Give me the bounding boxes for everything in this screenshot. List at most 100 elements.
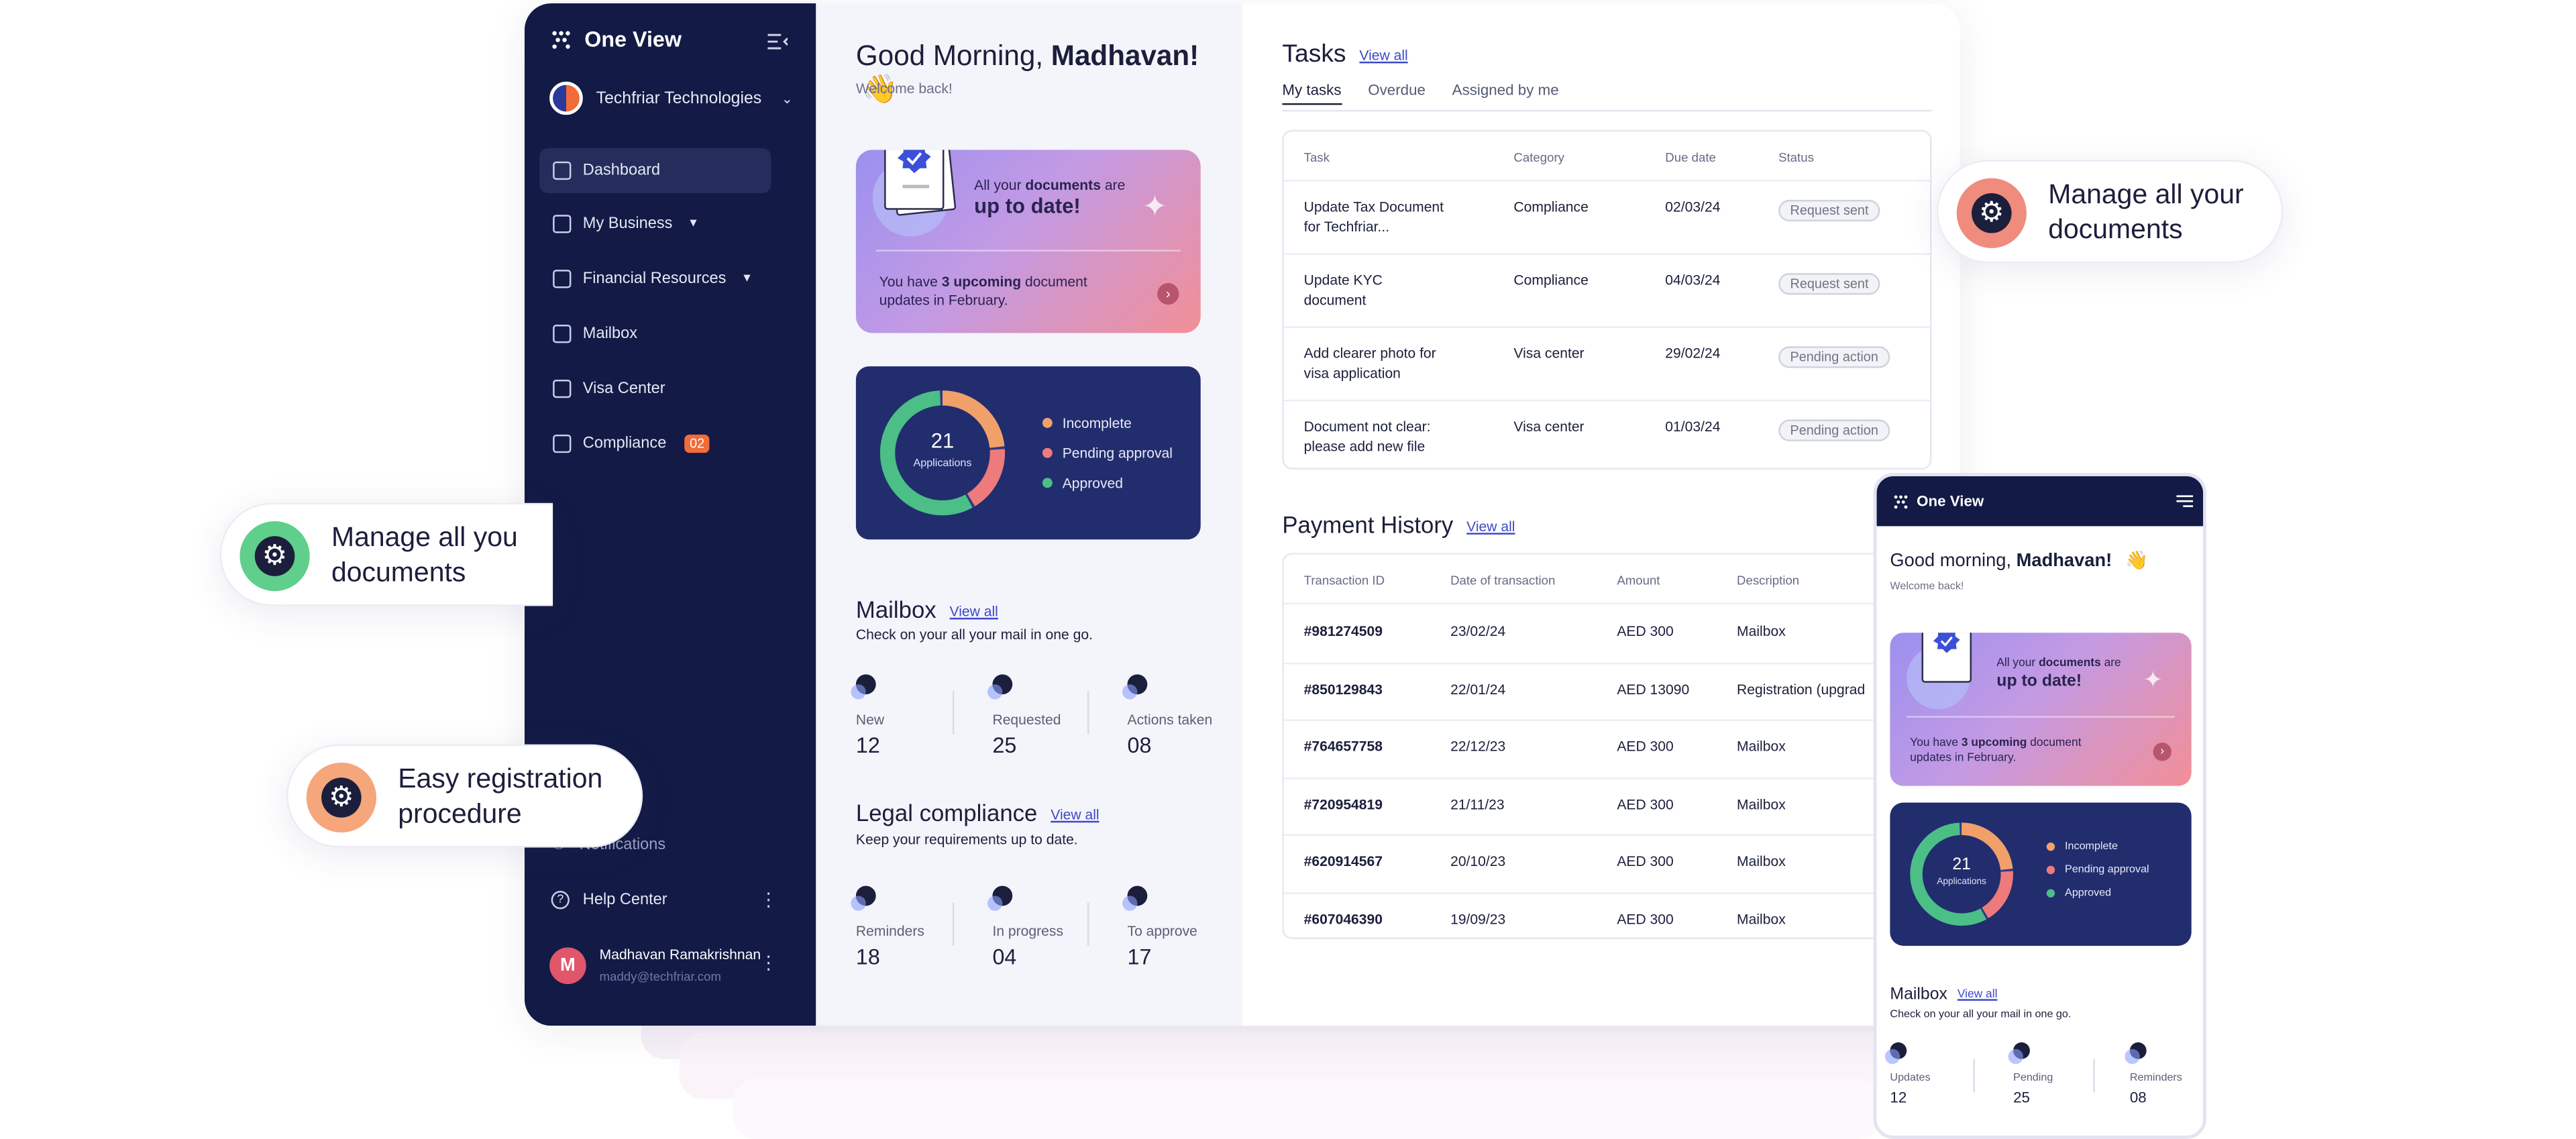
date-cell: 22/01/24 [1450, 680, 1506, 697]
mailbox-stat-actions: Actions taken 08 [1122, 674, 1228, 757]
mail-icon [553, 325, 572, 343]
tab-overdue[interactable]: Overdue [1368, 82, 1426, 105]
tasks-view-all-link[interactable]: View all [1359, 47, 1407, 64]
help-more-icon[interactable]: ⋮ [759, 891, 777, 910]
legal-title: Legal compliance View all [856, 800, 1099, 826]
tasks-title-text: Tasks [1282, 40, 1346, 68]
stat-label: Reminders [855, 922, 924, 940]
transaction-id-cell: #981274509 [1303, 622, 1383, 640]
mobile-stat-pending: Pending 25 [2008, 1042, 2096, 1105]
sidebar-item-financial-resources[interactable]: Financial Resources ▼ [539, 256, 771, 301]
task-cell: Update Tax Document for Techfriar... [1303, 198, 1444, 234]
chevron-down-icon: ⌄ [782, 91, 793, 106]
stat-label: In progress [992, 922, 1064, 940]
category-cell: Visa center [1513, 344, 1585, 362]
gear-icon: ⚙ [306, 762, 376, 833]
legal-view-all-link[interactable]: View all [1051, 806, 1099, 823]
applications-label: Applications [1937, 877, 1986, 888]
payments-table: Transaction ID Date of transaction Amoun… [1282, 553, 1960, 940]
doc-divider [875, 250, 1181, 252]
gear-icon: ⚙ [1956, 178, 2027, 248]
tab-my-tasks[interactable]: My tasks [1282, 82, 1342, 105]
document-icon [884, 150, 945, 210]
chat-icon [987, 674, 1013, 700]
payments-title: Payment History View all [1282, 511, 1515, 538]
divider [1087, 691, 1089, 735]
legal-stat-in-progress: In progress 04 [987, 885, 1092, 969]
table-row[interactable]: #981274509 23/02/24 AED 300 Mailbox [1284, 604, 1960, 662]
sidebar-item-visa-center[interactable]: Visa Center [539, 366, 771, 411]
sidebar-item-my-business[interactable]: My Business ▼ [539, 201, 771, 246]
tasks-table: Task Category Due date Status Update Tax… [1282, 129, 1932, 470]
table-row[interactable]: #764657758 22/12/23 AED 300 Mailbox [1284, 719, 1960, 777]
greeting-sub: Welcome back! [855, 80, 953, 97]
due-cell: 01/03/24 [1665, 418, 1721, 435]
wave-icon: 👋 [2125, 551, 2149, 572]
transaction-id-cell: #850129843 [1303, 680, 1383, 697]
description-cell: Mailbox [1737, 852, 1786, 869]
sidebar-item-compliance[interactable]: Compliance 02 [539, 421, 771, 466]
org-selector[interactable]: Techfriar Technologies ⌄ [549, 81, 793, 115]
menu-icon[interactable] [2176, 494, 2194, 508]
tasks-title: Tasks View all [1282, 40, 1407, 68]
task-cell: Add clearer photo for visa application [1303, 344, 1436, 381]
org-name: Techfriar Technologies [596, 89, 762, 108]
checklist-icon [553, 434, 572, 453]
table-row[interactable]: #850129843 22/01/24 AED 13090 Registration … [1284, 662, 1960, 720]
transaction-id-cell: #720954819 [1303, 795, 1383, 812]
table-row[interactable]: Document not clear: please add new file V… [1284, 401, 1930, 468]
user-profile[interactable]: M Madhavan Ramakrishnan maddy@techfriar.… [549, 946, 761, 984]
verified-seal-icon [897, 150, 931, 174]
stat-label: New [855, 710, 885, 728]
th-task: Task [1303, 150, 1330, 165]
sidebar-item-dashboard[interactable]: Dashboard [539, 148, 771, 193]
table-row[interactable]: #620914567 20/10/23 AED 300 Mailbox [1284, 834, 1960, 892]
mailbox-stat-requested: Requested 25 [987, 674, 1092, 758]
table-row[interactable]: #607046390 19/09/23 AED 300 Mailbox [1284, 891, 1960, 937]
doc-foot-b: 3 upcoming [941, 273, 1022, 290]
description-cell: Mailbox [1737, 910, 1786, 927]
payments-view-all-link[interactable]: View all [1466, 519, 1515, 535]
user-more-icon[interactable]: ⋮ [759, 955, 777, 973]
status-badge: Pending action [1778, 419, 1890, 441]
doc-headline: All your documents are up to date! [1996, 657, 2121, 692]
mobile-header: One View [1876, 476, 2204, 527]
doc-headline: All your documents are up to date! [974, 176, 1125, 217]
brand-logo-icon [552, 30, 570, 48]
doc-arrow-button[interactable]: › [2153, 743, 2171, 761]
table-row[interactable]: Update KYC document Compliance 04/03/24 R… [1284, 255, 1930, 327]
description-cell: Mailbox [1737, 795, 1786, 812]
mailbox-view-all-link[interactable]: View all [950, 603, 998, 620]
status-badge: Pending action [1778, 346, 1890, 368]
table-row[interactable]: Add clearer photo for visa application Vi… [1284, 328, 1930, 400]
sidebar-item-mailbox[interactable]: Mailbox [539, 311, 771, 356]
mobile-preview: One View Good morning, Madhavan! 👋 Welcom… [1873, 472, 2207, 1139]
mobile-stat-updates: Updates 12 [1884, 1042, 1973, 1105]
category-cell: Compliance [1513, 198, 1589, 215]
user-name: Madhavan Ramakrishnan [599, 945, 761, 963]
table-row[interactable]: Update Tax Document for Techfriar... Comp… [1284, 182, 1930, 254]
transaction-id-cell: #764657758 [1303, 737, 1383, 755]
task-tabs: My tasks Overdue Assigned by me [1282, 82, 1559, 105]
category-cell: Compliance [1513, 271, 1589, 288]
sidebar-item-label: Mailbox [582, 325, 638, 343]
avatar: M [549, 946, 586, 983]
table-row[interactable]: #720954819 21/11/23 AED 300 Mailbox [1284, 777, 1960, 834]
doc-arrow-button[interactable]: › [1157, 282, 1179, 305]
payments-title-text: Payment History [1282, 511, 1454, 538]
divider [952, 691, 955, 735]
collapse-sidebar-icon[interactable] [767, 28, 789, 58]
stat-value: 25 [992, 733, 1017, 758]
mobile-mailbox-view-all-link[interactable]: View all [1957, 989, 1998, 1000]
divider [2093, 1059, 2095, 1093]
brand-logo-icon [1894, 495, 1908, 509]
description-cell: Mailbox [1737, 622, 1786, 640]
th-amount: Amount [1617, 572, 1660, 588]
sidebar-item-label: Dashboard [582, 161, 661, 180]
doc-foot-c: document [1021, 273, 1087, 290]
tab-assigned-by-me[interactable]: Assigned by me [1452, 82, 1559, 105]
description-cell: Mailbox [1737, 737, 1786, 755]
stat-label: Requested [992, 710, 1061, 728]
sidebar-item-help-center[interactable]: ? Help Center [551, 891, 667, 910]
amount-cell: AED 300 [1617, 622, 1674, 640]
